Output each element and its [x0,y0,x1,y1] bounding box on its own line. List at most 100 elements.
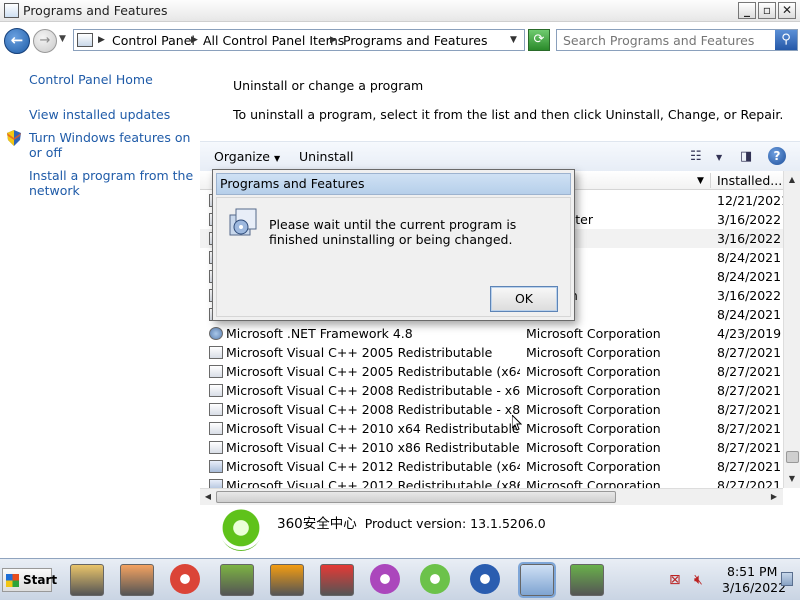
breadcrumb-programs-and-features[interactable]: Programs and Features [343,33,487,48]
table-row[interactable]: Microsoft Visual C++ 2005 Redistributabl… [200,343,783,362]
explorer-icon[interactable] [70,564,104,596]
scroll-up-icon[interactable]: ▲ [784,171,800,188]
search-box[interactable]: ⚲ [556,29,798,51]
minimize-button[interactable]: _ [738,2,756,19]
program-name: Microsoft Visual C++ 2010 x64 Redistribu… [226,421,520,436]
horizontal-scroll-thumb[interactable] [216,491,616,503]
control-panel-icon [77,33,93,47]
program-name: Microsoft Visual C++ 2005 Redistributabl… [226,345,493,360]
360-browser-icon[interactable] [420,564,450,594]
maximize-button[interactable]: ▫ [758,2,776,19]
navigation-bar: ← → ▼ ▶ Control Panel ▶ All Control Pane… [0,24,800,56]
program-installed-date: 8/24/2021 [717,307,782,322]
program-publisher: Microsoft Corporation [526,478,661,488]
vertical-scrollbar[interactable]: ▲ ▼ [783,171,800,488]
search-input[interactable] [557,30,775,50]
ok-button[interactable]: OK [490,286,558,312]
instructions-text: To uninstall a program, select it from t… [233,107,784,122]
scroll-thumb[interactable] [786,451,799,463]
program-icon [209,479,223,488]
breadcrumb-all-items[interactable]: All Control Panel Items [203,33,344,48]
table-row[interactable]: Microsoft Visual C++ 2010 x86 Redistribu… [200,438,783,457]
dialog-title: Programs and Features [216,173,571,195]
scroll-left-icon[interactable]: ◀ [200,489,216,505]
tasks-pane: Control Panel Home View installed update… [0,58,200,558]
help-icon[interactable] [470,564,500,594]
breadcrumb-separator-icon[interactable]: ▶ [330,35,337,45]
windows-logo-icon [6,574,19,587]
programs-and-features-window: Programs and Features _ ▫ ✕ ← → ▼ ▶ Cont… [0,0,800,558]
program-installed-date: 3/16/2022 [717,212,782,227]
program-installed-date: 8/24/2021 [717,269,782,284]
scroll-down-icon[interactable]: ▼ [784,470,800,487]
wps-presentation-icon[interactable] [270,564,304,596]
windows-features-link[interactable]: Turn Windows features on or off [29,130,194,160]
breadcrumb-separator-icon[interactable]: ▶ [98,35,105,45]
window-title: Programs and Features [23,3,168,18]
program-installed-date: 8/27/2021 [717,421,782,436]
mouse-cursor-icon [512,415,522,431]
recent-pages-dropdown[interactable]: ▼ [59,34,66,44]
product-version: 13.1.5206.0 [470,516,546,531]
wps-writer-icon[interactable] [320,564,354,596]
uninstall-button[interactable]: Uninstall [299,149,354,164]
control-panel-icon[interactable] [518,562,556,598]
chrome-icon[interactable] [170,564,200,594]
refresh-button[interactable]: ⟳ [528,29,550,51]
control-panel-home-link[interactable]: Control Panel Home [29,72,194,87]
views-icon[interactable]: ☷ [690,149,702,164]
start-button[interactable]: Start [2,568,57,592]
preview-pane-icon[interactable]: ◨ [740,149,752,164]
view-installed-updates-link[interactable]: View installed updates [29,107,194,122]
horizontal-scrollbar[interactable]: ◀ ▶ [200,488,783,505]
clock-time[interactable]: 8:51 PM [727,564,777,579]
organize-button[interactable]: Organize ▼ [214,149,280,164]
program-publisher: Microsoft Corporation [526,383,661,398]
table-row[interactable]: Microsoft Visual C++ 2008 Redistributabl… [200,400,783,419]
close-button[interactable]: ✕ [778,2,796,19]
column-dropdown-icon[interactable]: ▼ [697,176,704,186]
volume-muted-icon[interactable]: 🔇︎ [694,572,703,588]
install-from-network-link[interactable]: Install a program from the network [29,168,194,198]
breadcrumb-separator-icon[interactable]: ▶ [191,35,198,45]
scroll-right-icon[interactable]: ▶ [766,489,782,505]
breadcrumb-control-panel[interactable]: Control Panel [112,33,195,48]
program-installed-date: 3/16/2022 [717,231,782,246]
media-player-icon[interactable] [120,564,154,596]
table-row[interactable]: Microsoft Visual C++ 2008 Redistributabl… [200,381,783,400]
program-publisher: Microsoft Corporation [526,421,661,436]
search-icon[interactable]: ⚲ [775,30,797,50]
program-installed-date: 8/27/2021 [717,478,782,488]
views-dropdown-icon[interactable]: ▼ [716,153,722,162]
program-icon [209,365,223,378]
table-row[interactable]: Microsoft Visual C++ 2010 x64 Redistribu… [200,419,783,438]
360-cleaner-icon[interactable] [570,564,604,596]
taskbar: Start ⊠ 🔇︎ 8:51 PM 3/16/2022 [0,558,800,600]
table-row[interactable]: Microsoft Visual C++ 2012 Redistributabl… [200,457,783,476]
program-installed-date: 8/27/2021 [717,383,782,398]
program-installed-date: 8/24/2021 [717,250,782,265]
table-row[interactable]: Microsoft .NET Framework 4.8 Microsoft Co… [200,324,783,343]
wps-spreadsheet-icon[interactable] [220,564,254,596]
show-desktop-icon[interactable] [781,572,793,586]
window-icon [4,3,19,18]
table-row[interactable]: Microsoft Visual C++ 2012 Redistributabl… [200,476,783,488]
address-bar[interactable]: ▶ Control Panel ▶ All Control Panel Item… [73,29,525,51]
network-warning-icon[interactable]: ⊠ [669,572,681,588]
help-icon[interactable]: ? [768,147,786,165]
program-publisher: Microsoft Corporation [526,440,661,455]
product-details: 360安全中心 Product version: 13.1.5206.0 [277,512,546,532]
address-dropdown-icon[interactable]: ▼ [510,35,517,45]
table-row[interactable]: Microsoft Visual C++ 2005 Redistributabl… [200,362,783,381]
clock-date[interactable]: 3/16/2022 [722,580,786,595]
program-installed-date: 8/27/2021 [717,402,782,417]
back-button[interactable]: ← [4,28,30,54]
installed-on-column-header[interactable]: Installed... [710,173,782,188]
photos-icon[interactable] [370,564,400,594]
start-label: Start [23,573,58,587]
program-name: Microsoft .NET Framework 4.8 [226,326,413,341]
forward-button[interactable]: → [33,29,57,53]
dialog-message: Please wait until the current program is… [269,217,517,247]
program-icon [209,403,223,416]
product-name: 360安全中心 [277,516,357,532]
